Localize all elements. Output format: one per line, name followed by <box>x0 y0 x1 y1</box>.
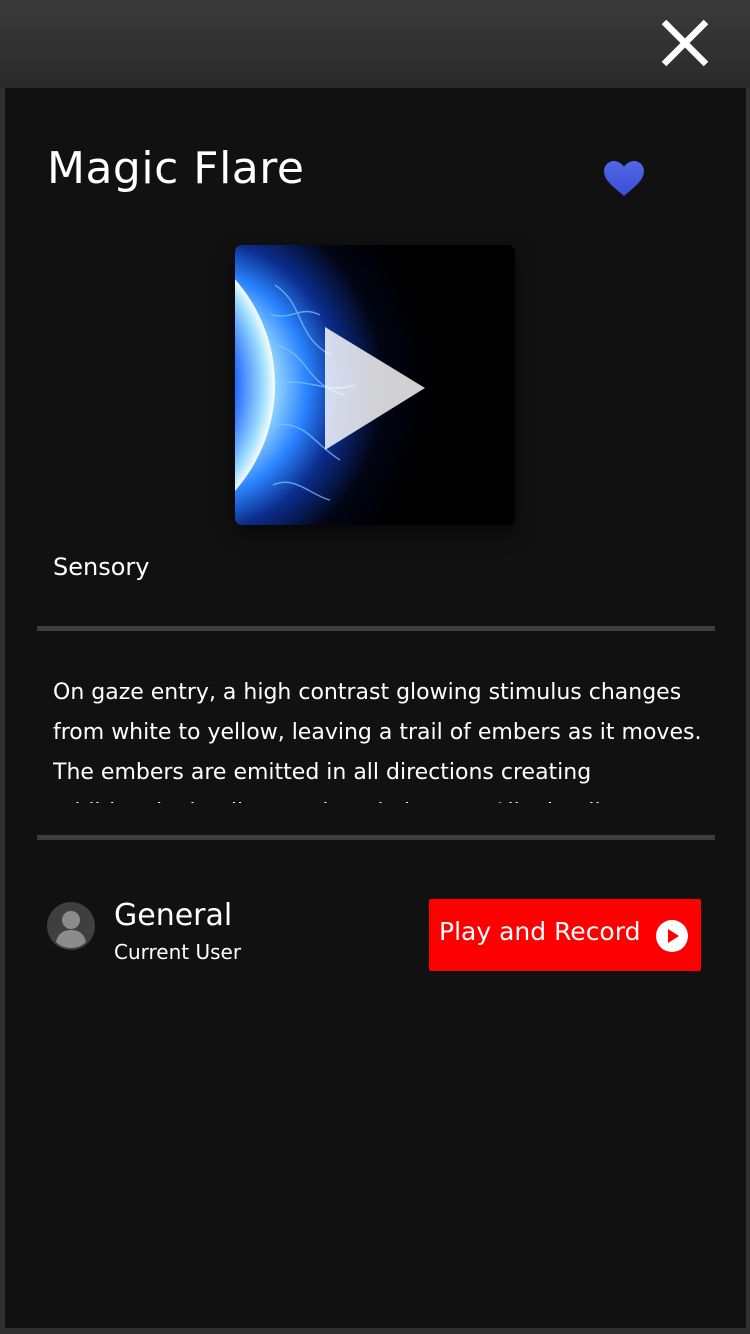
play-circle-icon <box>656 920 688 952</box>
flare-image <box>235 245 515 525</box>
activity-description[interactable]: On gaze entry, a high contrast glowing s… <box>53 673 703 803</box>
user-role: Current User <box>114 940 242 964</box>
divider <box>37 626 715 631</box>
play-and-record-label: Play and Record <box>439 917 641 946</box>
heart-icon <box>604 161 644 196</box>
category-label: Sensory <box>53 553 150 581</box>
play-and-record-button[interactable]: Play and Record <box>429 899 701 971</box>
top-bar <box>0 0 750 88</box>
user-name: General <box>114 898 233 933</box>
close-icon <box>661 19 709 67</box>
activity-title: Magic Flare <box>47 143 305 194</box>
activity-thumbnail[interactable] <box>235 245 515 525</box>
activity-detail-panel: Magic Flare Sensory On gaze entry, a hig… <box>5 88 746 1328</box>
user-avatar-icon <box>47 902 95 950</box>
close-button[interactable] <box>656 16 714 74</box>
favorite-button[interactable] <box>603 160 645 198</box>
divider <box>37 835 715 840</box>
